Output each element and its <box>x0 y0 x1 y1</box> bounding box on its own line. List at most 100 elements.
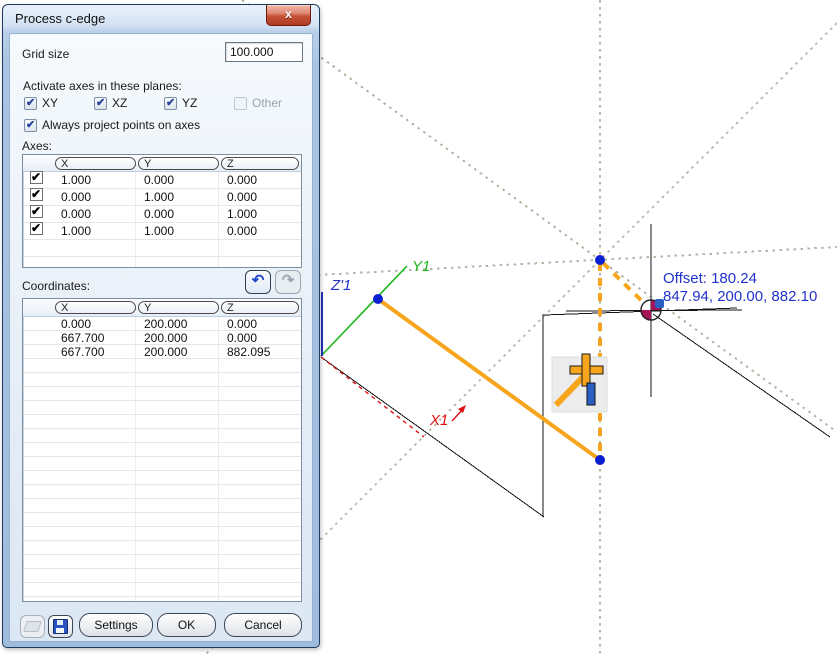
axis-label-y1: Y1 <box>412 258 430 275</box>
coordinates-col-y[interactable]: Y <box>138 301 219 314</box>
axes-cell: 0.000 <box>53 189 136 205</box>
coordinate-row-empty <box>23 597 301 602</box>
axes-table[interactable]: X Y Z 1.000 0.000 0.000 0.000 1.000 0.00… <box>22 154 302 268</box>
axis-label-z1: Z'1 <box>330 277 351 294</box>
coordinate-cell: 200.000 <box>136 345 219 358</box>
cancel-button[interactable]: Cancel <box>224 613 302 637</box>
coordinate-row-empty <box>23 485 301 499</box>
undo-button[interactable]: ↶ <box>245 270 271 294</box>
coordinate-cell: 667.700 <box>53 345 136 358</box>
undo-icon: ↶ <box>252 273 265 288</box>
save-icon <box>53 619 68 634</box>
process-c-edge-dialog: Process c-edge x Grid size Activate axes… <box>2 4 320 648</box>
coordinate-cell: 0.000 <box>219 331 297 344</box>
axes-cell: 0.000 <box>53 206 136 222</box>
dialog-title: Process c-edge <box>15 11 105 26</box>
open-icon <box>23 621 42 632</box>
offset-tooltip-line2: 847.94, 200.00, 882.10 <box>663 288 817 305</box>
axes-cell: 0.000 <box>136 206 219 222</box>
checkbox-xy-box <box>24 97 37 110</box>
coordinate-row[interactable]: 667.700 200.000 0.000 <box>23 331 301 345</box>
axes-row-check[interactable] <box>30 188 43 201</box>
checkbox-yz[interactable]: YZ <box>164 96 197 110</box>
axis-label-x1: X1 <box>429 412 448 429</box>
coordinate-row-empty <box>23 373 301 387</box>
save-button[interactable] <box>48 615 73 638</box>
axes-row-check[interactable] <box>30 205 43 218</box>
axes-cell: 0.000 <box>219 172 297 188</box>
grid-size-input[interactable] <box>225 42 303 62</box>
coordinate-row-empty <box>23 541 301 555</box>
axes-section-label: Axes: <box>22 139 52 153</box>
axes-row-empty <box>23 240 301 257</box>
snap-tool-icon <box>552 354 607 412</box>
construction-line-horizontal <box>318 247 837 275</box>
axes-col-x[interactable]: X <box>55 157 136 170</box>
checkbox-other-box <box>234 97 247 110</box>
checkbox-other: Other <box>234 96 282 110</box>
coordinate-row[interactable]: 667.700 200.000 882.095 <box>23 345 301 359</box>
coordinate-row-empty <box>23 471 301 485</box>
axes-col-z[interactable]: Z <box>221 157 299 170</box>
workpiece-edge-lower-right <box>653 314 830 437</box>
axis-line-x1 <box>321 357 424 437</box>
workpiece-edge-diagonal <box>321 357 544 517</box>
coordinate-cell: 200.000 <box>136 331 219 344</box>
settings-button[interactable]: Settings <box>79 613 153 637</box>
dialog-client-area: Grid size Activate axes in these planes:… <box>9 33 313 642</box>
coordinates-table[interactable]: X Y Z 0.000 200.000 0.000 667.700 200.00… <box>22 298 302 602</box>
coordinate-row-empty <box>23 583 301 597</box>
coordinate-row-empty <box>23 387 301 401</box>
workpiece-edge-top-b <box>566 310 742 311</box>
checkbox-xy-label: XY <box>42 96 58 110</box>
coordinate-cell: 0.000 <box>53 317 136 330</box>
checkbox-xy[interactable]: XY <box>24 96 58 110</box>
checkbox-always-project-box <box>24 119 37 132</box>
checkbox-yz-box <box>164 97 177 110</box>
titlebar[interactable]: Process c-edge x <box>3 5 319 31</box>
axes-cell: 1.000 <box>53 172 136 188</box>
coordinate-row-empty <box>23 499 301 513</box>
coordinate-row[interactable]: 0.000 200.000 0.000 <box>23 317 301 331</box>
coordinates-col-x[interactable]: X <box>55 301 136 314</box>
coordinate-row-empty <box>23 457 301 471</box>
checkbox-xz-label: XZ <box>112 96 127 110</box>
axes-cell: 1.000 <box>219 206 297 222</box>
coordinate-cell: 0.000 <box>219 317 297 330</box>
coordinates-col-z[interactable]: Z <box>221 301 299 314</box>
axes-row[interactable]: 1.000 0.000 0.000 <box>23 172 301 189</box>
axes-row[interactable]: 0.000 1.000 0.000 <box>23 189 301 206</box>
redo-icon: ↷ <box>282 273 295 288</box>
checkbox-other-label: Other <box>252 96 282 110</box>
cedge-line-dashed-rubberband <box>603 263 646 305</box>
checkbox-yz-label: YZ <box>182 96 197 110</box>
redo-button: ↷ <box>275 270 301 294</box>
coordinate-row-empty <box>23 443 301 457</box>
coordinate-row-empty <box>23 359 301 373</box>
checkbox-xz[interactable]: XZ <box>94 96 127 110</box>
ok-button[interactable]: OK <box>157 613 216 637</box>
coordinate-row-empty <box>23 415 301 429</box>
vertex-point <box>595 255 605 265</box>
checkbox-always-project[interactable]: Always project points on axes <box>24 118 200 132</box>
vertex-point <box>595 455 605 465</box>
axes-row-check[interactable] <box>30 222 43 235</box>
axes-row-check[interactable] <box>30 171 43 184</box>
offset-tooltip-line1: Offset: 180.24 <box>663 270 757 287</box>
axes-cell: 1.000 <box>136 223 219 239</box>
coordinate-row-empty <box>23 527 301 541</box>
close-button[interactable]: x <box>266 5 311 26</box>
vertex-point <box>373 294 383 304</box>
coordinate-cell: 200.000 <box>136 317 219 330</box>
coordinate-cell: 882.095 <box>219 345 297 358</box>
axes-row[interactable]: 0.000 0.000 1.000 <box>23 206 301 223</box>
close-icon: x <box>285 7 292 21</box>
axes-col-y[interactable]: Y <box>138 157 219 170</box>
coordinates-table-header: X Y Z <box>23 299 301 317</box>
axes-row-empty <box>23 257 301 268</box>
axes-cell: 1.000 <box>53 223 136 239</box>
axes-cell: 0.000 <box>136 172 219 188</box>
axes-row[interactable]: 1.000 1.000 0.000 <box>23 223 301 240</box>
coordinate-row-empty <box>23 429 301 443</box>
checkbox-always-project-label: Always project points on axes <box>42 118 200 132</box>
